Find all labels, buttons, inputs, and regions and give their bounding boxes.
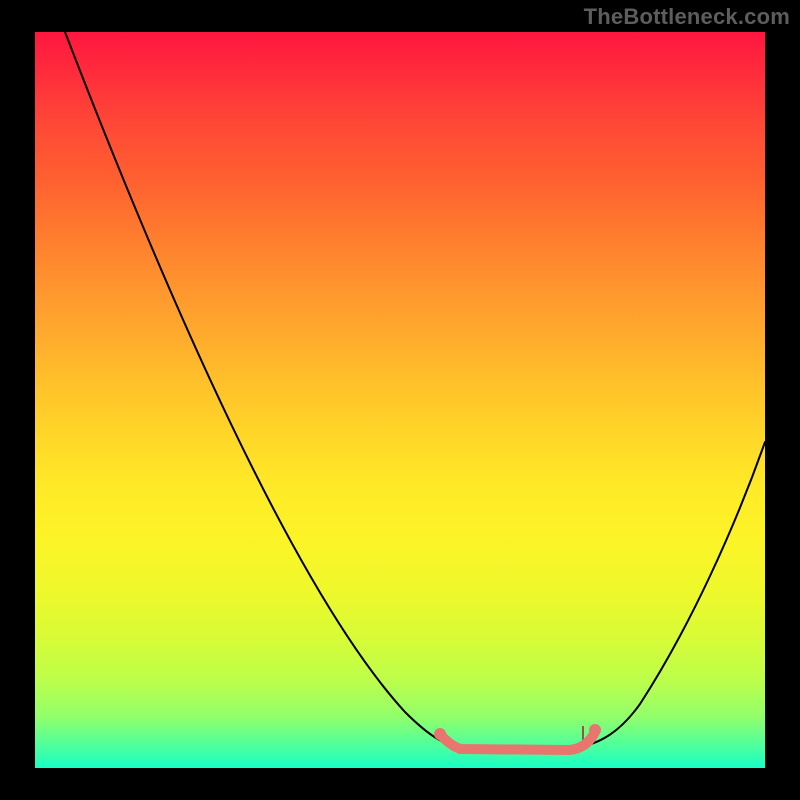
plot-area — [35, 32, 765, 768]
watermark-text: TheBottleneck.com — [584, 4, 790, 30]
chart-frame: TheBottleneck.com — [0, 0, 800, 800]
curve-right-branch — [575, 442, 765, 748]
curve-left-branch — [65, 32, 460, 747]
valley-marker-right — [589, 724, 601, 736]
curve-layer — [35, 32, 765, 768]
valley-emphasis — [440, 732, 595, 750]
